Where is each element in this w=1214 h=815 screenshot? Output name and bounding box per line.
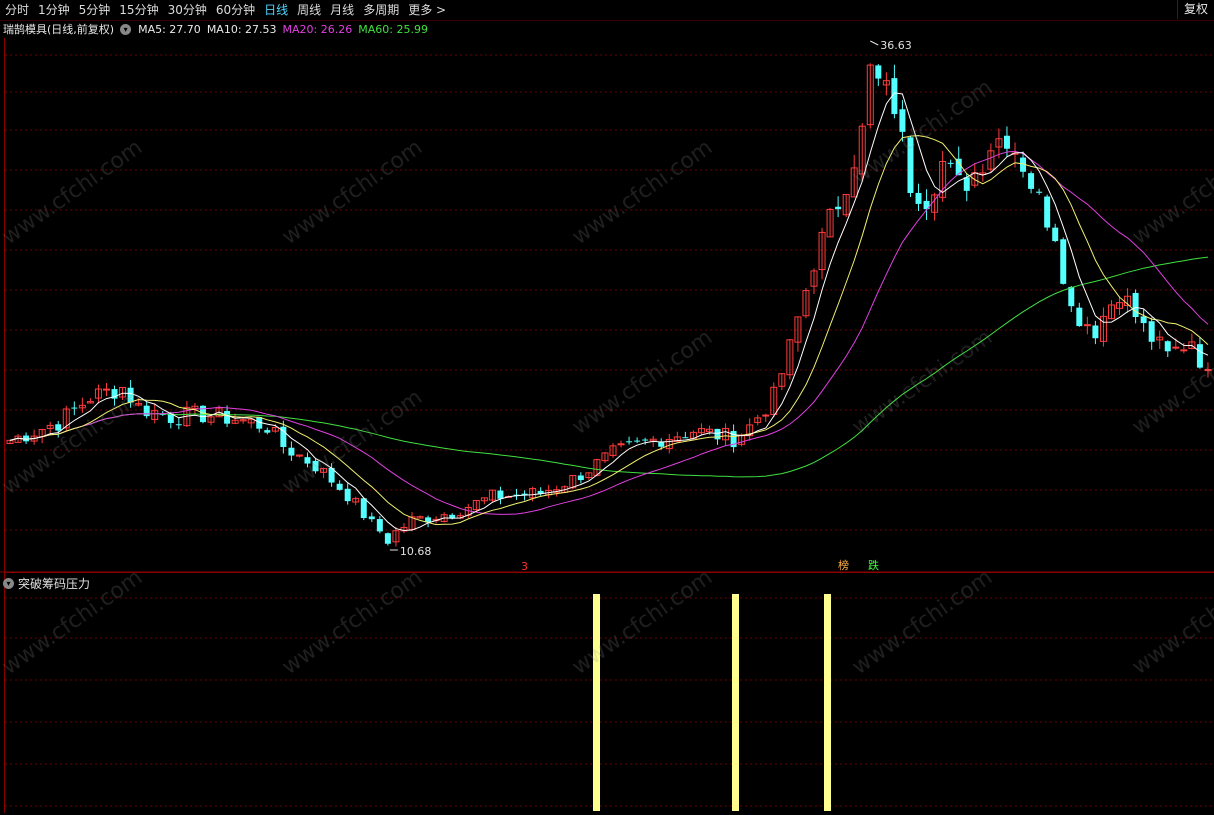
candle-body-up: [1172, 346, 1180, 349]
candle-body-down: [947, 162, 954, 164]
ma5-line: [9, 92, 1209, 532]
ma10-line: [9, 135, 1209, 526]
candle-body-down: [915, 192, 922, 204]
candle-body-down: [682, 437, 689, 439]
candle-body-down: [835, 206, 842, 210]
candle-body-down: [224, 410, 231, 424]
marker-3: 3: [521, 560, 528, 573]
candle-body-down: [143, 405, 150, 417]
candle-body-down: [336, 483, 343, 490]
candle-body-down: [1052, 227, 1059, 242]
candle-body-down: [264, 430, 271, 433]
candle-body-down: [1044, 196, 1051, 228]
candle-body-down: [899, 109, 906, 132]
ma20-line: [9, 150, 1209, 515]
candle-body-down: [907, 137, 914, 193]
candle-body-down: [1036, 191, 1043, 193]
candle-body-down: [634, 440, 641, 442]
candle-body-down: [368, 516, 375, 520]
signal-bar-1: [593, 594, 600, 811]
candle-body-down: [1092, 325, 1099, 339]
candle-body-down: [1003, 135, 1010, 149]
candle-body-down: [344, 488, 351, 502]
candle-body-down: [175, 424, 182, 426]
candle-body-up: [617, 443, 625, 446]
candle-body-down: [1028, 173, 1035, 189]
candle-body-down: [127, 387, 134, 403]
ma60-line: [9, 256, 1209, 478]
candle-body-down: [875, 65, 882, 79]
high-pointer: [870, 40, 879, 46]
candle-body-down: [360, 498, 367, 519]
candle-body-down: [714, 428, 721, 440]
marker-die: 跌: [868, 558, 879, 572]
kline-chart: 36.63 10.68 3 榜 跌: [0, 39, 1214, 811]
candle-body-down: [384, 533, 391, 544]
candle-body-down: [1060, 239, 1067, 284]
candle-body-up: [1083, 324, 1091, 327]
candle-body-down: [963, 177, 970, 191]
low-label: 10.68: [400, 545, 432, 558]
candle-body-down: [55, 424, 62, 431]
candle-body-up: [762, 414, 770, 417]
high-label: 36.63: [880, 39, 912, 52]
candle-body-down: [626, 441, 633, 443]
candle-body-up: [1180, 349, 1188, 352]
marker-bang: 榜: [838, 558, 849, 572]
candle-body-down: [1132, 292, 1139, 318]
signal-bar-2: [732, 594, 739, 811]
candle-body-down: [497, 490, 504, 499]
candle-body-down: [23, 435, 30, 442]
candle-body-down: [1076, 307, 1083, 327]
signal-bar-3: [824, 594, 831, 811]
candle-body-down: [1196, 344, 1203, 368]
candle-body-down: [1164, 341, 1171, 352]
candle-body-down: [1068, 286, 1075, 307]
candle-body-down: [288, 447, 295, 456]
candle-body-up: [102, 388, 110, 391]
candle-body-down: [312, 460, 319, 472]
candle-body-down: [304, 457, 311, 464]
candle-body-down: [376, 519, 383, 532]
candle-body-down: [1148, 321, 1155, 342]
candle-body-down: [425, 517, 432, 523]
candle-body-down: [642, 439, 649, 441]
candle-body-down: [71, 407, 78, 409]
candle-body-down: [577, 475, 584, 481]
candle-body-down: [1140, 316, 1147, 324]
